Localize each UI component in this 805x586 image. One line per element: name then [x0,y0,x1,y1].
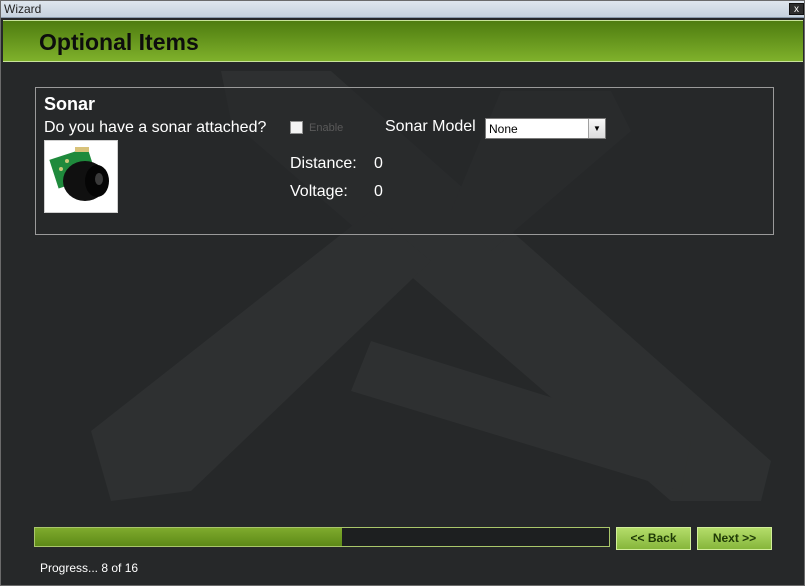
sonar-model-select[interactable]: None ▼ [485,118,606,139]
page-title: Optional Items [39,29,199,55]
sonar-sensor-icon [49,147,109,201]
voltage-label: Voltage: [290,183,348,200]
chevron-down-icon[interactable]: ▼ [588,119,605,138]
close-button[interactable]: x [789,3,804,15]
voltage-value: 0 [374,183,383,200]
progress-fill [35,528,343,546]
enable-label: Enable [309,122,344,134]
progress-text: Progress... 8 of 16 [40,561,139,575]
sonar-question: Do you have a sonar attached? [44,119,267,136]
sonar-model-label: Sonar Model [385,118,476,135]
back-button[interactable]: << Back [616,527,691,550]
distance-value: 0 [374,155,383,172]
page-header: Optional Items [3,20,803,62]
wizard-window: Wizard x Optional Items Sonar Do you hav… [0,0,805,586]
sonar-image [44,140,118,213]
distance-label: Distance: [290,155,357,172]
sonar-title: Sonar [44,94,96,114]
next-button[interactable]: Next >> [697,527,772,550]
progress-bar [34,527,610,547]
sonar-model-value: None [489,122,518,136]
enable-checkbox[interactable] [290,121,303,134]
sonar-panel: Sonar Do you have a sonar attached? Enab… [35,87,774,235]
window-title: Wizard [4,2,42,16]
title-bar[interactable]: Wizard x [1,1,804,18]
